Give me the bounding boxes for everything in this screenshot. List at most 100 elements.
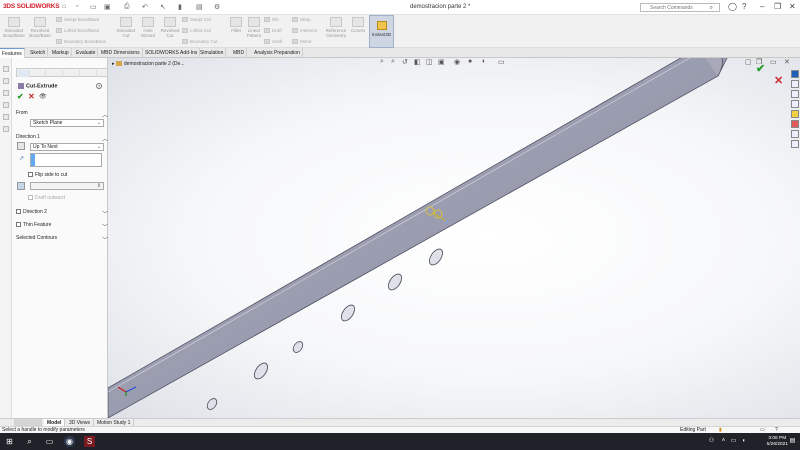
notifications-icon[interactable]: ▤ [787, 436, 798, 447]
mirror-button[interactable]: Mirror [292, 39, 312, 45]
dimxpert-tab-icon[interactable] [68, 70, 80, 77]
revolved-boss-button[interactable]: Revolved Boss/Base [28, 17, 52, 38]
hole[interactable] [252, 361, 271, 381]
forum-icon[interactable] [791, 130, 799, 138]
taskbar-search-icon[interactable]: ⌕ [24, 436, 35, 447]
intersect-button[interactable]: Intersect [292, 28, 317, 34]
search-commands-input[interactable]: Search Commands ⌕ [640, 3, 720, 12]
draft-angle-spin[interactable]: ⇕ [30, 182, 104, 190]
display-icon[interactable] [3, 114, 9, 120]
hole[interactable] [386, 272, 405, 292]
undo-icon[interactable]: ↶ [142, 3, 148, 11]
shell-button[interactable]: Shell [264, 39, 282, 45]
task-view-icon[interactable]: ▭ [44, 436, 55, 447]
feature-manager-tab-icon[interactable] [18, 70, 30, 77]
selected-contours-section-header[interactable]: Selected Contours ﹀ [16, 235, 108, 244]
from-section-header[interactable]: From ︿ [16, 110, 108, 119]
volume-icon[interactable]: ◖ [738, 436, 749, 447]
save-icon[interactable]: ▣ [104, 3, 111, 11]
tab-mbd[interactable]: MBD [231, 48, 248, 58]
draft-button[interactable]: Draft [264, 28, 282, 34]
tab-mbd-dimensions[interactable]: MBD Dimensions [99, 48, 143, 58]
start-icon[interactable]: ⊞ [4, 436, 15, 447]
tab-features[interactable]: Features [0, 48, 25, 58]
curves-button[interactable]: Curves [348, 17, 368, 33]
draft-toggle-icon[interactable] [17, 182, 25, 190]
tab-simulation[interactable]: Simulation [198, 48, 227, 58]
options-icon[interactable]: ⚙ [214, 3, 220, 11]
file-properties-icon[interactable]: ▤ [196, 3, 203, 11]
instant3d-button[interactable]: Instant3D [369, 15, 394, 48]
chrome-icon[interactable]: ◉ [64, 436, 75, 447]
print-icon[interactable]: ⎙ [124, 3, 130, 11]
preview-eye-icon[interactable]: 👁 [39, 93, 47, 100]
end-condition-select[interactable]: Up To Next ⌄ [30, 143, 104, 151]
pm-help-icon[interactable]: ? [96, 83, 102, 89]
direction-selection-box[interactable] [30, 153, 102, 167]
wrap-button[interactable]: Wrap [292, 17, 311, 23]
rib-button[interactable]: Rib [264, 17, 279, 23]
custom-properties-icon[interactable] [791, 120, 799, 128]
file-explorer-icon[interactable] [791, 90, 799, 98]
tab-markup[interactable]: Markup [50, 48, 72, 58]
reverse-direction-icon[interactable] [17, 142, 25, 150]
taskbar-clock[interactable]: 3:06 PM 5/26/2021 [767, 436, 788, 447]
help-icon[interactable]: ? [742, 2, 746, 11]
linear-pattern-button[interactable]: Linear Pattern [242, 17, 266, 38]
new-icon[interactable]: ▫ [76, 3, 78, 10]
minimize-icon[interactable]: – [760, 2, 764, 11]
solidworks-logo[interactable]: 3DS SOLIDWORKS [3, 3, 60, 10]
hole[interactable] [427, 247, 446, 267]
swept-boss-button[interactable]: Swept Boss/Base [56, 17, 99, 23]
select-icon[interactable]: ↖ [160, 3, 166, 11]
revolved-cut-button[interactable]: Revolved Cut [158, 17, 182, 38]
lofted-boss-button[interactable]: Lofted Boss/Base [56, 28, 99, 34]
hole-wizard-button[interactable]: Hole Wizard [136, 17, 160, 38]
appearance-icon[interactable] [3, 102, 9, 108]
graphics-area[interactable]: ▸ demostracion parte 2 (De... ⌕ ⌕ ↺ ◧ ◫ … [108, 58, 800, 418]
view-palette-icon[interactable] [791, 100, 799, 108]
boundary-boss-button[interactable]: Boundary Boss/Base [56, 39, 106, 45]
ok-button[interactable]: ✔ [17, 92, 24, 101]
thin-feature-section-header[interactable]: Thin Feature ﹀ [16, 222, 108, 231]
hole[interactable] [205, 397, 218, 411]
feature-tree-icon[interactable] [3, 66, 9, 72]
appearances-icon[interactable] [791, 110, 799, 118]
configuration-manager-tab-icon[interactable] [51, 70, 63, 77]
from-select[interactable]: Sketch Plane ⌄ [30, 119, 104, 127]
tab-evaluate[interactable]: Evaluate [74, 48, 99, 58]
direction2-section-header[interactable]: Direction 2 ﹀ [16, 209, 108, 218]
hole[interactable] [291, 340, 304, 354]
tab-sketch[interactable]: Sketch [28, 48, 49, 58]
reference-geometry-button[interactable]: Reference Geometry [322, 17, 350, 38]
open-icon[interactable]: ▭ [90, 3, 97, 11]
flip-side-checkbox[interactable]: Flip side to cut [28, 172, 98, 178]
extruded-boss-button[interactable]: Extruded Boss/Base [2, 17, 26, 38]
display-manager-tab-icon[interactable] [85, 70, 97, 77]
cancel-button[interactable]: ✕ [28, 92, 35, 101]
extension-icon[interactable] [791, 140, 799, 148]
swept-cut-button[interactable]: Swept Cut [182, 17, 211, 23]
lofted-cut-button[interactable]: Lofted Cut [182, 28, 211, 34]
draft-outward-checkbox[interactable]: Draft outward [28, 195, 98, 201]
sketch-icon[interactable] [3, 78, 9, 84]
rebuild-icon[interactable]: ▮ [178, 3, 182, 11]
home-icon[interactable]: ⌂ [62, 3, 66, 10]
property-manager-tab-icon[interactable] [34, 70, 46, 77]
restore-icon[interactable]: ❐ [774, 2, 781, 11]
tab-solidworks-add-ins[interactable]: SOLIDWORKS Add-Ins [143, 48, 201, 58]
design-library-icon[interactable] [791, 80, 799, 88]
dimension-icon[interactable] [3, 90, 9, 96]
tube-body[interactable] [108, 58, 728, 418]
close-icon[interactable]: ✕ [789, 2, 796, 11]
direction1-section-header[interactable]: Direction 1 ︿ [16, 134, 108, 143]
hole[interactable] [339, 303, 358, 323]
tab-analysis-preparation[interactable]: Analysis Preparation [252, 48, 303, 58]
solidworks-resources-icon[interactable] [791, 70, 799, 78]
user-icon[interactable]: ◯ [728, 2, 737, 11]
search-icon[interactable]: ⌕ [710, 4, 713, 12]
solidworks-taskbar-icon[interactable]: S [84, 436, 95, 447]
extruded-cut-button[interactable]: Extruded Cut [114, 17, 138, 38]
cam-icon[interactable] [3, 126, 9, 132]
people-icon[interactable]: ⚇ [706, 436, 717, 447]
